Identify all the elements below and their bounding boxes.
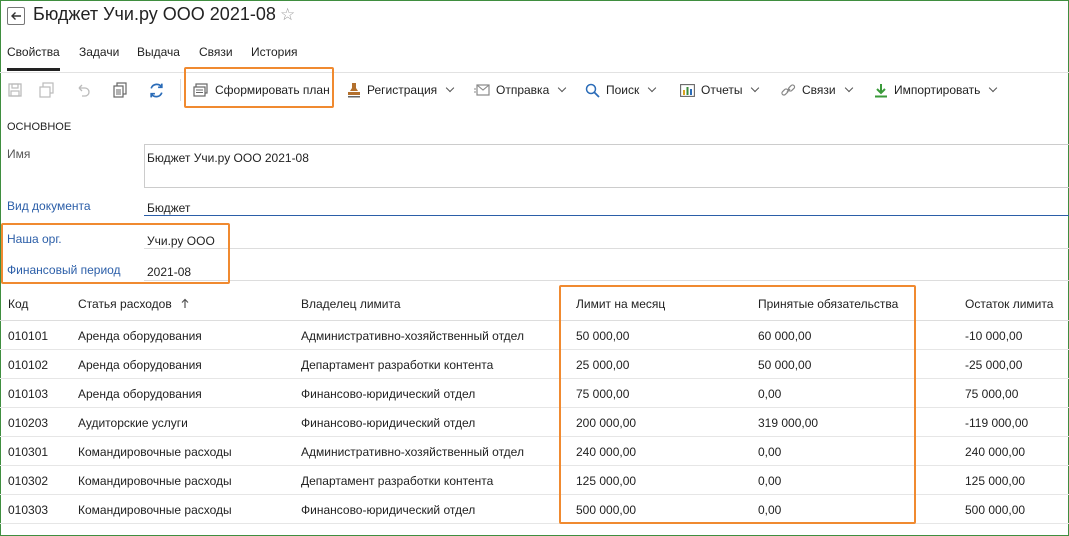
- copy-document-icon[interactable]: [111, 81, 129, 99]
- cell-owner: Департамент разработки контента: [301, 474, 494, 488]
- header: Бюджет Учи.ру ООО 2021-08 ☆: [0, 0, 1069, 34]
- page-title: Бюджет Учи.ру ООО 2021-08: [33, 4, 276, 24]
- highlight-limit-columns: [559, 285, 916, 524]
- section-header: ОСНОВНОЕ: [7, 121, 72, 133]
- cell-owner: Финансово-юридический отдел: [301, 503, 476, 517]
- cell-article: Аудиторские услуги: [78, 416, 188, 430]
- tab-tasks[interactable]: Задачи: [79, 45, 119, 71]
- reports-label: Отчеты: [701, 83, 743, 97]
- send-icon: [474, 84, 490, 96]
- cell-article: Аренда оборудования: [78, 387, 202, 401]
- org-underline: [144, 248, 1069, 249]
- cell-remainder: 500 000,00: [965, 503, 1026, 517]
- cell-code: 010301: [8, 445, 49, 459]
- cell-code: 010203: [8, 416, 49, 430]
- doc-type-value[interactable]: Бюджет: [147, 201, 190, 215]
- tab-bar: Свойства Задачи Выдача Связи История: [0, 45, 1069, 71]
- cell-remainder: 240 000,00: [965, 445, 1026, 459]
- tab-issuance[interactable]: Выдача: [137, 45, 180, 71]
- import-label: Импортировать: [894, 83, 981, 97]
- cell-code: 010302: [8, 474, 49, 488]
- cell-remainder: -119 000,00: [965, 416, 1029, 430]
- chevron-down-icon: [648, 83, 657, 93]
- cell-remainder: 75 000,00: [965, 387, 1019, 401]
- sending-button[interactable]: Отправка: [474, 73, 567, 107]
- report-chart-icon: [680, 83, 695, 97]
- name-value: Бюджет Учи.ру ООО 2021-08: [147, 151, 309, 165]
- arrow-left-icon: [11, 12, 21, 20]
- name-label: Имя: [7, 147, 31, 161]
- cell-owner: Финансово-юридический отдел: [301, 387, 476, 401]
- cell-remainder: -10 000,00: [965, 329, 1023, 343]
- cell-owner: Финансово-юридический отдел: [301, 416, 476, 430]
- cell-article: Командировочные расходы: [78, 503, 232, 517]
- period-underline: [144, 280, 1069, 281]
- back-button[interactable]: [7, 7, 25, 25]
- col-remainder[interactable]: Остаток лимита: [965, 297, 1053, 311]
- toolbar: Сформировать план Регистрация Отправка П…: [0, 72, 1069, 106]
- chevron-down-icon: [844, 83, 853, 93]
- cell-owner: Административно-хозяйственный отдел: [301, 445, 524, 459]
- search-icon: [585, 83, 600, 98]
- chevron-down-icon: [989, 83, 998, 93]
- registration-label: Регистрация: [367, 83, 438, 97]
- cell-code: 010101: [8, 329, 49, 343]
- stamp-icon: [348, 83, 360, 98]
- cell-owner: Департамент разработки контента: [301, 358, 494, 372]
- save-icon[interactable]: [6, 81, 24, 99]
- search-label: Поиск: [606, 83, 640, 97]
- undo-icon[interactable]: [74, 81, 92, 99]
- cell-article: Командировочные расходы: [78, 445, 232, 459]
- highlight-org-period: [1, 223, 230, 284]
- cell-article: Аренда оборудования: [78, 358, 202, 372]
- favorite-star-icon[interactable]: ☆: [280, 5, 295, 25]
- col-article[interactable]: Статья расходов: [78, 297, 189, 311]
- refresh-icon[interactable]: [147, 81, 165, 99]
- highlight-generate-plan: [184, 67, 334, 108]
- cell-owner: Административно-хозяйственный отдел: [301, 329, 524, 343]
- chevron-down-icon: [558, 83, 567, 93]
- sending-label: Отправка: [496, 83, 550, 97]
- doc-type-label[interactable]: Вид документа: [7, 199, 91, 213]
- chevron-down-icon: [445, 83, 455, 93]
- cell-remainder: 125 000,00: [965, 474, 1026, 488]
- links-label: Связи: [802, 83, 836, 97]
- chevron-down-icon: [751, 83, 760, 93]
- toolbar-separator: [180, 79, 181, 101]
- sort-ascending-icon: [181, 298, 189, 308]
- cell-remainder: -25 000,00: [965, 358, 1023, 372]
- links-button[interactable]: Связи: [781, 73, 853, 107]
- search-button[interactable]: Поиск: [585, 73, 657, 107]
- doc-type-underline: [144, 215, 1069, 216]
- cell-article: Командировочные расходы: [78, 474, 232, 488]
- registration-button[interactable]: Регистрация: [347, 73, 455, 107]
- col-article-label: Статья расходов: [78, 297, 172, 311]
- cell-code: 010103: [8, 387, 49, 401]
- col-owner[interactable]: Владелец лимита: [301, 297, 401, 311]
- col-code[interactable]: Код: [8, 297, 28, 311]
- cell-code: 010102: [8, 358, 49, 372]
- save-copy-icon[interactable]: [38, 81, 56, 99]
- chain-link-icon: [781, 83, 796, 96]
- download-arrow-icon: [875, 83, 887, 97]
- cell-article: Аренда оборудования: [78, 329, 202, 343]
- reports-button[interactable]: Отчеты: [680, 73, 760, 107]
- import-button[interactable]: Импортировать: [874, 73, 998, 107]
- cell-code: 010303: [8, 503, 49, 517]
- tab-properties[interactable]: Свойства: [7, 45, 60, 71]
